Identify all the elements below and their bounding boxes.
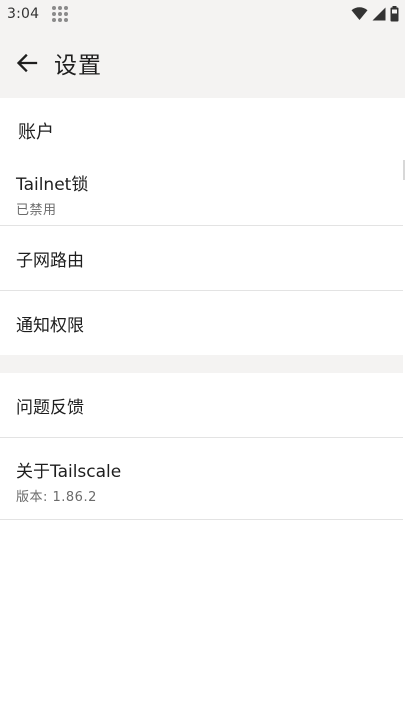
settings-list: 账户 Tailnet锁 已禁用 子网路由 通知权限 问题反馈 关于Tailsca… — [0, 98, 403, 520]
settings-item-subnet-routing[interactable]: 子网路由 — [0, 226, 403, 291]
item-title: Tailnet锁 — [16, 174, 89, 195]
item-title: 问题反馈 — [16, 397, 84, 418]
back-button[interactable] — [5, 41, 49, 85]
item-subtitle: 版本: 1.86.2 — [16, 489, 97, 505]
cell-signal-icon — [372, 7, 386, 21]
page-title: 设置 — [54, 53, 102, 79]
wifi-icon — [351, 7, 368, 20]
item-subtitle: 已禁用 — [16, 202, 57, 218]
section-divider — [0, 355, 403, 373]
settings-item-feedback[interactable]: 问题反馈 — [0, 373, 403, 438]
item-title: 通知权限 — [16, 315, 84, 336]
settings-item-tailnet-lock[interactable]: Tailnet锁 已禁用 — [0, 158, 403, 226]
status-icons — [351, 6, 399, 22]
settings-item-about[interactable]: 关于Tailscale 版本: 1.86.2 — [0, 438, 403, 520]
settings-item-notification-permissions[interactable]: 通知权限 — [0, 291, 403, 355]
status-bar: 3:04 — [0, 0, 405, 28]
app-grid-icon — [52, 5, 70, 23]
app-bar: 设置 — [0, 28, 405, 98]
arrow-left-icon — [16, 53, 38, 73]
battery-icon — [390, 6, 399, 22]
item-title: 关于Tailscale — [16, 461, 122, 482]
status-time: 3:04 — [7, 6, 40, 22]
item-title: 子网路由 — [16, 250, 84, 271]
section-header-account: 账户 — [18, 122, 54, 143]
